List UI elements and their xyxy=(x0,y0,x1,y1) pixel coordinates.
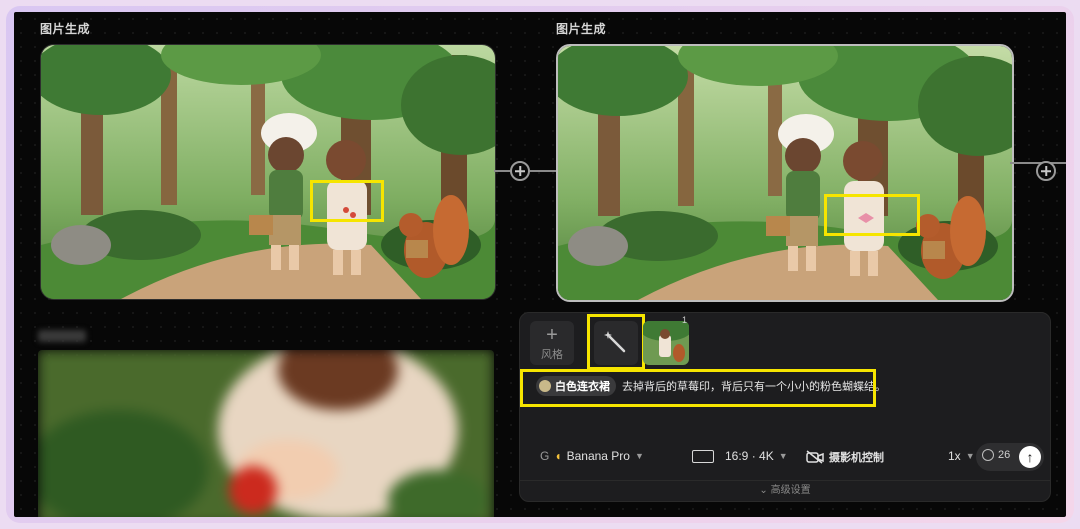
thumbnail-count: 1 xyxy=(682,315,688,325)
plus-icon: + xyxy=(546,324,558,346)
model-name: Banana Pro xyxy=(566,449,630,463)
right-generated-image[interactable] xyxy=(556,44,1014,302)
left-highlight-box xyxy=(310,180,384,222)
aspect-selector[interactable]: 16:9 · 4K ▼ xyxy=(692,449,788,463)
credit-icon xyxy=(982,449,994,461)
aspect-ratio-icon xyxy=(692,449,714,463)
forest-scene-image xyxy=(41,45,495,299)
chevron-down-icon: ▼ xyxy=(778,451,788,461)
forest-scene-image-edited xyxy=(558,46,1012,300)
left-node-title: 图片生成 xyxy=(40,22,91,36)
workflow-canvas[interactable]: 图片生成 图片生成 + 风格 1 白色连衣裙 去掉背后的草莓印，背后只有一个小小… xyxy=(14,12,1066,517)
right-node-title: 图片生成 xyxy=(556,22,607,36)
multiplier-selector[interactable]: 1x ▼ xyxy=(948,449,975,463)
reference-thumbnail[interactable] xyxy=(643,321,689,365)
model-selector[interactable]: G ◖ Banana Pro ▼ xyxy=(540,449,644,463)
generate-group: 26 ↑ xyxy=(976,443,1044,471)
chevron-down-icon: ⌄ xyxy=(759,485,771,496)
camera-control-label: 摄影机控制 xyxy=(829,452,884,464)
credits-display: 26 xyxy=(982,449,1010,461)
prompt-highlight-box xyxy=(520,369,876,407)
camera-off-icon xyxy=(806,450,824,464)
chevron-down-icon: ▼ xyxy=(965,451,975,461)
wand-highlight-box xyxy=(587,314,645,370)
camera-control-button[interactable]: 摄影机控制 xyxy=(806,449,884,465)
chevron-down-icon: ▼ xyxy=(634,451,644,461)
style-button-label: 风格 xyxy=(541,349,563,361)
add-node-icon[interactable] xyxy=(510,161,530,181)
banana-icon: ◖ xyxy=(554,449,562,463)
style-button[interactable]: + 风格 xyxy=(530,321,574,365)
left-generated-image[interactable] xyxy=(40,44,496,300)
edit-panel: + 风格 1 白色连衣裙 去掉背后的草莓印，背后只有一个小小的粉色蝴蝶结。 G … xyxy=(519,312,1051,502)
blurred-node-title xyxy=(38,330,86,342)
generation-toolbar: G ◖ Banana Pro ▼ 16:9 · 4K ▼ 摄影机控制 1x ▼ … xyxy=(520,443,1050,471)
right-highlight-box xyxy=(824,194,920,236)
thumbnail-image xyxy=(643,321,689,365)
blurred-closeup-image xyxy=(38,350,494,517)
multiplier-label: 1x xyxy=(948,449,961,463)
advanced-settings-toggle[interactable]: ⌄ 高级设置 xyxy=(520,480,1050,501)
advanced-settings-label: 高级设置 xyxy=(770,485,811,496)
send-button[interactable]: ↑ xyxy=(1019,446,1041,468)
aspect-label: 16:9 · 4K xyxy=(725,449,774,463)
model-prefix: G xyxy=(540,449,550,463)
credits-count: 26 xyxy=(998,449,1011,461)
add-node-icon-right[interactable] xyxy=(1036,161,1056,181)
